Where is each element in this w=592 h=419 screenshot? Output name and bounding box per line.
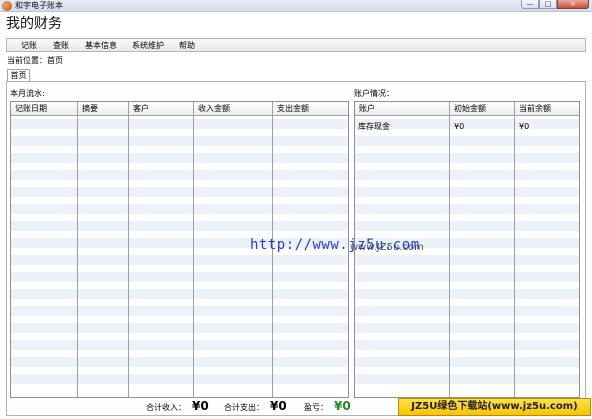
column-header-customer[interactable]: 客户 xyxy=(129,102,194,116)
close-button[interactable]: × xyxy=(557,0,589,9)
row-stripe xyxy=(11,323,348,333)
menu-bar: 记账 查账 基本信息 系统维护 帮助 xyxy=(6,38,586,52)
column-header-expense[interactable]: 支出金额 xyxy=(273,102,348,116)
accounts-label: 账户情况： xyxy=(354,89,394,98)
column-header-balance[interactable]: 当前余额 xyxy=(515,102,579,116)
row-stripe xyxy=(355,221,579,231)
menu-item-bookkeeping[interactable]: 记账 xyxy=(21,40,37,51)
column-divider xyxy=(272,116,273,397)
profit-loss-label: 盈亏： xyxy=(304,403,328,412)
total-expense-label: 合计支出： xyxy=(224,403,264,412)
row-stripe xyxy=(355,306,579,316)
total-income-value: ¥0 xyxy=(192,399,209,413)
row-stripe xyxy=(11,289,348,299)
site-badge: JZ5U绿色下载站(www.jz5u.com) xyxy=(398,398,591,416)
breadcrumb: 当前位置：首页 xyxy=(7,56,63,65)
row-stripe xyxy=(355,340,579,350)
profit-loss: 盈亏： ¥0 xyxy=(304,398,351,416)
menu-item-basic-info[interactable]: 基本信息 xyxy=(85,40,117,51)
total-income-label: 合计收入： xyxy=(146,403,186,412)
row-stripe xyxy=(11,374,348,384)
row-stripe xyxy=(11,255,348,265)
row-stripe xyxy=(355,272,579,282)
column-header-account[interactable]: 账户 xyxy=(355,102,450,116)
column-divider xyxy=(128,116,129,397)
menu-item-help[interactable]: 帮助 xyxy=(179,40,195,51)
account-cell-name[interactable]: 库存现金 xyxy=(355,122,390,132)
window-title: 和宇电子账本 xyxy=(15,1,63,10)
row-stripe xyxy=(355,255,579,265)
ledger-header: 记账日期 摘要 客户 收入金额 支出金额 xyxy=(11,102,348,116)
menu-item-query[interactable]: 查账 xyxy=(53,40,69,51)
row-stripe xyxy=(11,272,348,282)
row-stripe xyxy=(355,323,579,333)
row-stripe xyxy=(11,119,348,129)
column-header-summary[interactable]: 摘要 xyxy=(78,102,129,116)
account-cell-balance[interactable]: ¥0 xyxy=(516,122,529,132)
column-divider xyxy=(77,116,78,397)
row-stripe xyxy=(11,170,348,180)
column-header-date[interactable]: 记账日期 xyxy=(11,102,78,116)
row-stripe xyxy=(355,204,579,214)
column-divider xyxy=(514,116,515,397)
menu-item-system[interactable]: 系统维护 xyxy=(132,40,164,51)
app-title: 我的财务 xyxy=(6,16,62,32)
row-stripe xyxy=(11,153,348,163)
column-header-initial[interactable]: 初始金额 xyxy=(450,102,515,116)
accounts-header: 账户 初始金额 当前余额 xyxy=(355,102,579,116)
row-stripe xyxy=(355,136,579,146)
row-stripe xyxy=(11,340,348,350)
column-header-income[interactable]: 收入金额 xyxy=(194,102,273,116)
maximize-button[interactable]: □ xyxy=(539,0,557,9)
profit-loss-value: ¥0 xyxy=(334,399,351,413)
row-stripe xyxy=(11,357,348,367)
row-stripe xyxy=(11,136,348,146)
row-stripe xyxy=(355,187,579,197)
window-titlebar: 和宇电子账本 — □ × xyxy=(0,0,592,12)
account-cell-initial[interactable]: ¥0 xyxy=(451,122,464,132)
app-icon xyxy=(2,1,12,11)
row-stripe xyxy=(11,204,348,214)
row-stripe xyxy=(11,306,348,316)
ledger-label: 本月流水: xyxy=(10,89,45,98)
total-expense: 合计支出： ¥0 xyxy=(224,398,287,416)
row-stripe xyxy=(355,357,579,367)
total-expense-value: ¥0 xyxy=(270,399,287,413)
row-stripe xyxy=(355,170,579,180)
minimize-button[interactable]: — xyxy=(521,0,539,9)
row-stripe xyxy=(11,187,348,197)
row-stripe xyxy=(11,221,348,231)
watermark-overlay: www.JZ5u.com xyxy=(350,242,424,253)
row-stripe xyxy=(355,289,579,299)
total-income: 合计收入： ¥0 xyxy=(146,398,209,416)
row-stripe xyxy=(355,153,579,163)
row-stripe xyxy=(355,374,579,384)
column-divider xyxy=(193,116,194,397)
column-divider xyxy=(449,116,450,397)
